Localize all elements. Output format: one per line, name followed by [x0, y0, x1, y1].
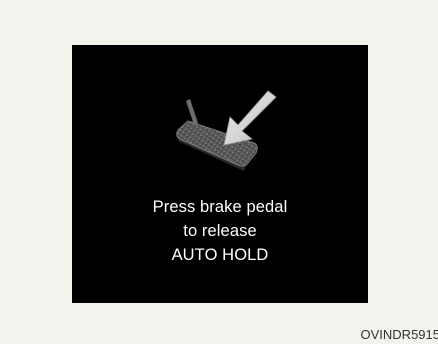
message-line-1: Press brake pedal	[152, 198, 288, 216]
cluster-display-screen: Press brake pedal to release AUTO HOLD	[72, 45, 368, 303]
figure-reference-code: OVINDR5915	[360, 327, 438, 342]
message-line-2: to release	[183, 222, 257, 240]
message-line-3: AUTO HOLD	[171, 246, 269, 264]
illustration-frame: Press brake pedal to release AUTO HOLD O…	[0, 0, 438, 344]
brake-pedal-icon	[176, 90, 277, 171]
